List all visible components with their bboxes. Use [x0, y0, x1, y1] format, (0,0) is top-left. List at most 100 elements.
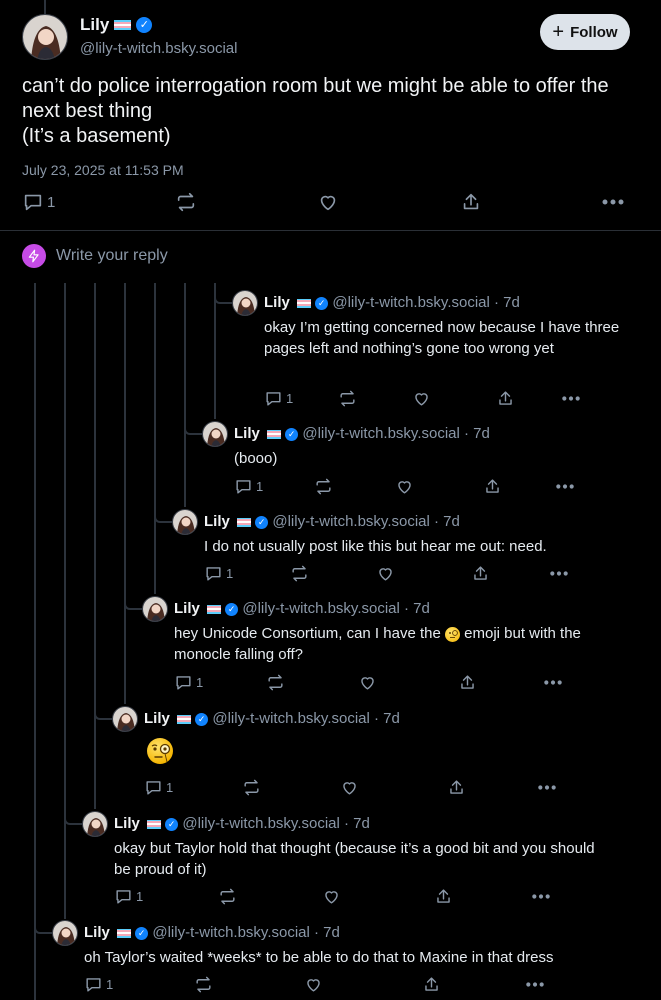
- reply-icon: [236, 480, 251, 494]
- like-button[interactable]: [412, 389, 431, 408]
- repost-button[interactable]: [218, 887, 237, 906]
- author-name[interactable]: Lily: [204, 513, 230, 530]
- author-handle[interactable]: @lily-t-witch.bsky.social: [242, 600, 399, 617]
- share-button[interactable]: [458, 673, 477, 692]
- reply-header: Lily ✓ @lily-t-witch.bsky.social · 7d: [114, 815, 370, 832]
- like-icon: [361, 677, 374, 690]
- repost-button[interactable]: [290, 564, 309, 583]
- repost-button[interactable]: [242, 778, 261, 797]
- share-icon: [437, 889, 450, 903]
- repost-button[interactable]: [314, 477, 333, 496]
- share-button[interactable]: [460, 191, 482, 213]
- more-options-button[interactable]: [549, 564, 569, 583]
- more-icon: [562, 396, 580, 401]
- post-age[interactable]: · 7d: [344, 815, 370, 832]
- author-handle[interactable]: @lily-t-witch.bsky.social: [332, 294, 489, 311]
- post-age[interactable]: · 7d: [434, 513, 460, 530]
- trans-flag-icon: [177, 714, 192, 724]
- reply-count: 1: [286, 391, 294, 406]
- author-handle[interactable]: @lily-t-witch.bsky.social: [182, 815, 339, 832]
- author-name[interactable]: Lily: [234, 425, 260, 442]
- reply-composer[interactable]: Write your reply: [22, 244, 168, 268]
- post-age[interactable]: · 7d: [494, 294, 520, 311]
- avatar-image: [53, 921, 77, 945]
- reply-button[interactable]: 1: [204, 564, 233, 583]
- post-age[interactable]: · 7d: [404, 600, 430, 617]
- reply-count: 1: [47, 193, 56, 211]
- avatar[interactable]: [22, 14, 68, 60]
- repost-icon: [292, 565, 307, 582]
- more-options-button[interactable]: [555, 477, 575, 496]
- avatar[interactable]: [202, 421, 228, 447]
- like-button[interactable]: [376, 564, 395, 583]
- author-name[interactable]: Lily: [84, 924, 110, 941]
- reply-header: Lily ✓ @lily-t-witch.bsky.social · 7d: [174, 600, 430, 617]
- more-options-button[interactable]: [525, 975, 545, 994]
- avatar[interactable]: [112, 706, 138, 732]
- repost-button[interactable]: [175, 191, 197, 213]
- avatar-image: [233, 291, 257, 315]
- follow-label: Follow: [570, 23, 618, 41]
- author-handle[interactable]: @lily-t-witch.bsky.social: [152, 924, 309, 941]
- more-options-button[interactable]: [561, 389, 581, 408]
- thread-hook: [34, 283, 52, 934]
- more-options-button[interactable]: [543, 673, 563, 692]
- avatar[interactable]: [52, 920, 78, 946]
- post-age[interactable]: · 7d: [314, 924, 340, 941]
- reply-button[interactable]: 1: [22, 191, 55, 213]
- repost-button[interactable]: [266, 673, 285, 692]
- share-button[interactable]: [496, 389, 515, 408]
- avatar[interactable]: [172, 509, 198, 535]
- post-timestamp[interactable]: July 23, 2025 at 11:53 PM: [22, 162, 184, 178]
- reply-button[interactable]: 1: [234, 477, 263, 496]
- like-button[interactable]: [340, 778, 359, 797]
- verified-badge-icon: ✓: [315, 296, 329, 310]
- trans-flag-icon: [207, 604, 222, 614]
- reply-button[interactable]: 1: [114, 887, 143, 906]
- like-button[interactable]: [322, 887, 341, 906]
- repost-icon: [220, 888, 235, 905]
- verified-badge-icon: ✓: [135, 926, 149, 940]
- share-button[interactable]: [447, 778, 466, 797]
- post-age[interactable]: · 7d: [464, 425, 490, 442]
- share-button[interactable]: [422, 975, 441, 994]
- post-text: can’t do police interrogation room but w…: [22, 75, 609, 147]
- more-options-button[interactable]: [531, 887, 551, 906]
- verified-badge-icon: ✓: [136, 17, 153, 33]
- avatar[interactable]: [232, 290, 258, 316]
- author-handle[interactable]: @lily-t-witch.bsky.social: [212, 710, 369, 727]
- author-handle[interactable]: @lily-t-witch.bsky.social: [272, 513, 429, 530]
- share-button[interactable]: [434, 887, 453, 906]
- like-button[interactable]: [395, 477, 414, 496]
- author-name[interactable]: Lily: [114, 815, 140, 832]
- avatar[interactable]: [142, 596, 168, 622]
- share-button[interactable]: [483, 477, 502, 496]
- more-options-button[interactable]: [601, 191, 625, 213]
- reply-icon: [24, 194, 42, 211]
- author-name[interactable]: Lily: [264, 294, 290, 311]
- like-button[interactable]: [304, 975, 323, 994]
- repost-button[interactable]: [338, 389, 357, 408]
- reply-button[interactable]: 1: [84, 975, 113, 994]
- author-name[interactable]: Lily: [144, 710, 170, 727]
- author-name[interactable]: Lily: [174, 600, 200, 617]
- repost-button[interactable]: [194, 975, 213, 994]
- more-options-button[interactable]: [537, 778, 557, 797]
- reply-button[interactable]: 1: [264, 389, 293, 408]
- follow-button[interactable]: + Follow: [540, 14, 630, 50]
- avatar-image: [203, 422, 227, 446]
- more-icon: [526, 982, 544, 987]
- author-name[interactable]: Lily: [80, 15, 109, 35]
- reply-button[interactable]: 1: [174, 673, 203, 692]
- author-handle[interactable]: @lily-t-witch.bsky.social: [302, 425, 459, 442]
- author-handle[interactable]: @lily-t-witch.bsky.social: [80, 40, 237, 57]
- share-button[interactable]: [471, 564, 490, 583]
- post-age[interactable]: · 7d: [374, 710, 400, 727]
- post-author-row: Lily ✓: [80, 15, 153, 35]
- thread-hook: [94, 283, 112, 720]
- like-button[interactable]: [317, 191, 339, 213]
- reply-button[interactable]: 1: [144, 778, 173, 797]
- avatar[interactable]: [82, 811, 108, 837]
- like-icon: [320, 195, 336, 211]
- like-button[interactable]: [358, 673, 377, 692]
